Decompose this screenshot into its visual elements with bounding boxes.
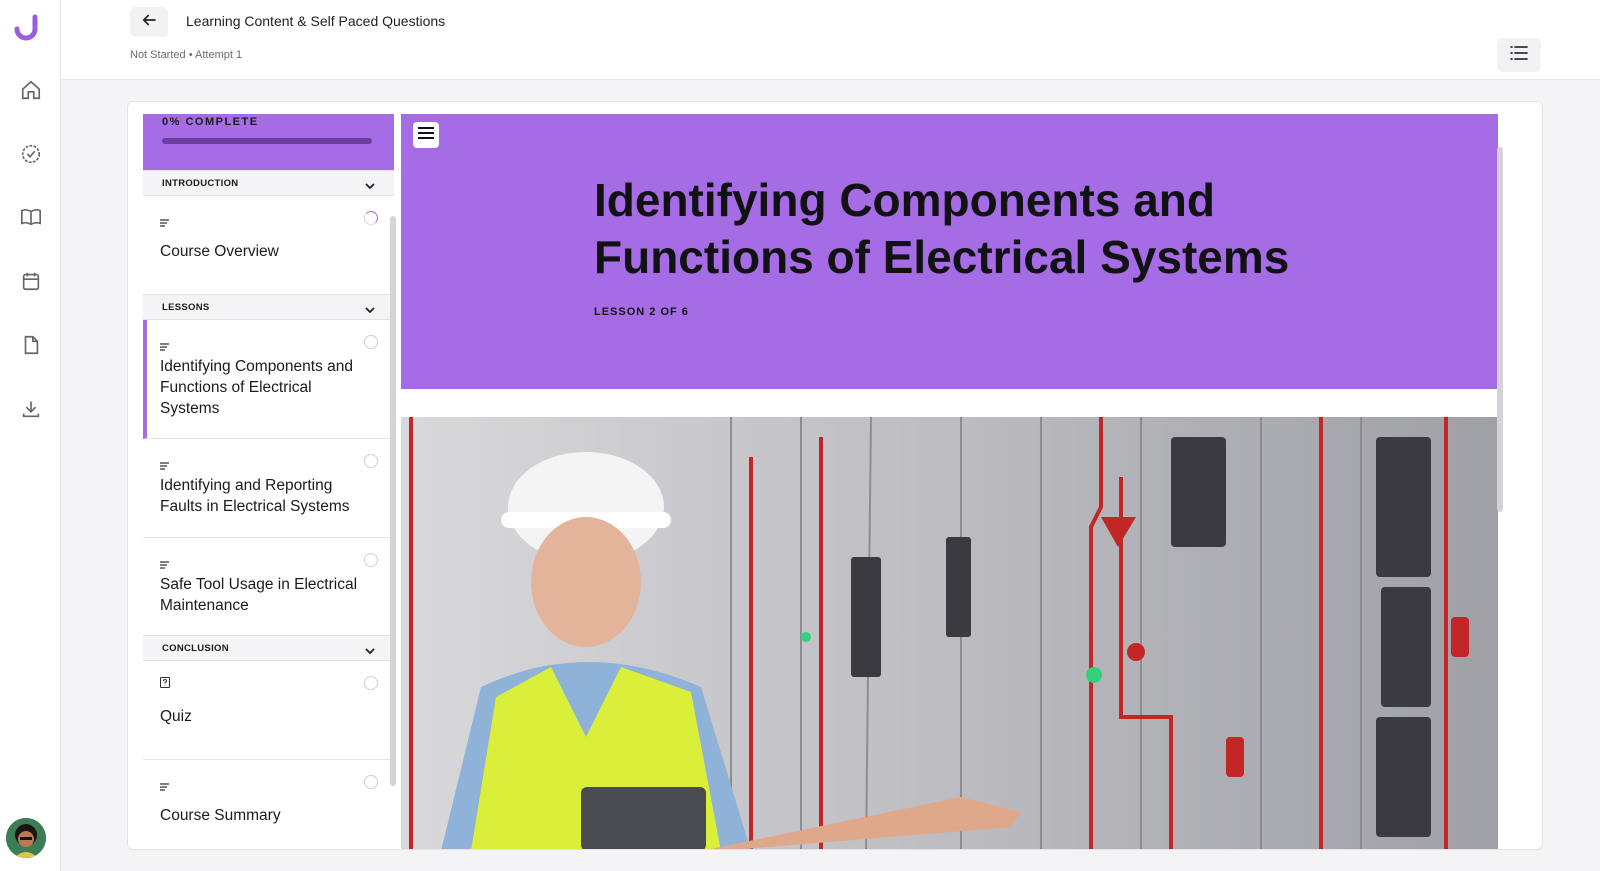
text-lines-icon	[160, 556, 170, 574]
status-in-progress-icon	[364, 211, 378, 225]
outline-item-title: Identifying and Reporting Faults in Elec…	[160, 477, 350, 515]
logo-icon[interactable]	[11, 13, 41, 45]
progress-label: 0% COMPLETE	[162, 116, 259, 128]
course-outline-sidebar: 0% COMPLETE INTRODUCTION Course Overview…	[143, 114, 394, 849]
section-label: CONCLUSION	[162, 643, 229, 654]
outline-item-course-overview[interactable]: Course Overview	[143, 196, 394, 295]
book-icon[interactable]	[0, 197, 61, 237]
top-bar: Learning Content & Self Paced Questions …	[61, 0, 1600, 80]
lesson-counter: LESSON 2 OF 6	[594, 306, 689, 318]
menu-toggle-button[interactable]	[413, 122, 439, 148]
outline-item-identifying-components[interactable]: Identifying Components and Functions of …	[143, 320, 394, 439]
check-circle-icon[interactable]	[0, 134, 61, 174]
arrow-left-icon	[140, 11, 158, 34]
avatar[interactable]	[6, 818, 46, 858]
home-icon[interactable]	[0, 70, 61, 110]
left-rail	[0, 0, 61, 871]
chevron-down-icon	[364, 302, 376, 320]
text-lines-icon	[160, 778, 170, 796]
outline-item-title: Quiz	[160, 708, 192, 725]
calendar-icon[interactable]	[0, 261, 61, 301]
back-button[interactable]	[130, 7, 168, 37]
outline-item-course-summary[interactable]: Course Summary	[143, 760, 394, 849]
outline-item-quiz[interactable]: Quiz	[143, 661, 394, 760]
section-introduction[interactable]: INTRODUCTION	[143, 170, 394, 196]
section-lessons[interactable]: LESSONS	[143, 294, 394, 320]
outline-button[interactable]	[1497, 38, 1541, 72]
download-icon[interactable]	[0, 389, 61, 429]
outline-item-title: Course Overview	[160, 243, 279, 260]
chevron-down-icon	[364, 178, 376, 196]
progress-bar	[162, 138, 372, 144]
lesson-hero: Identifying Components and Functions of …	[401, 114, 1498, 389]
status-not-started-icon	[364, 676, 378, 690]
attempt-status: Not Started • Attempt 1	[130, 49, 243, 61]
lesson-content: Identifying Components and Functions of …	[401, 114, 1498, 849]
status-not-started-icon	[364, 335, 378, 349]
text-lines-icon	[160, 338, 170, 356]
section-conclusion[interactable]: CONCLUSION	[143, 635, 394, 661]
course-player: 0% COMPLETE INTRODUCTION Course Overview…	[127, 101, 1543, 850]
section-label: LESSONS	[162, 302, 210, 313]
lesson-hero-image	[401, 417, 1498, 849]
outline-item-safe-tool-usage[interactable]: Safe Tool Usage in Electrical Maintenanc…	[143, 538, 394, 636]
section-label: INTRODUCTION	[162, 178, 239, 189]
list-icon	[1509, 44, 1529, 67]
text-lines-icon	[160, 214, 170, 232]
lesson-title: Identifying Components and Functions of …	[594, 174, 1290, 283]
outline-item-identifying-faults[interactable]: Identifying and Reporting Faults in Elec…	[143, 439, 394, 538]
status-not-started-icon	[364, 775, 378, 789]
text-lines-icon	[160, 457, 170, 475]
sidebar-scrollbar[interactable]	[390, 216, 396, 786]
hamburger-icon	[417, 126, 435, 145]
outline-item-title: Safe Tool Usage in Electrical Maintenanc…	[160, 576, 358, 614]
progress-panel: 0% COMPLETE	[143, 114, 394, 171]
outline-item-title: Identifying Components and Functions of …	[160, 358, 354, 417]
outline-item-title: Course Summary	[160, 807, 281, 824]
chevron-down-icon	[364, 643, 376, 661]
content-scrollbar[interactable]	[1497, 147, 1503, 512]
document-icon[interactable]	[0, 325, 61, 365]
status-not-started-icon	[364, 454, 378, 468]
status-not-started-icon	[364, 553, 378, 567]
quiz-icon	[159, 675, 171, 693]
course-title: Learning Content & Self Paced Questions	[186, 13, 446, 29]
